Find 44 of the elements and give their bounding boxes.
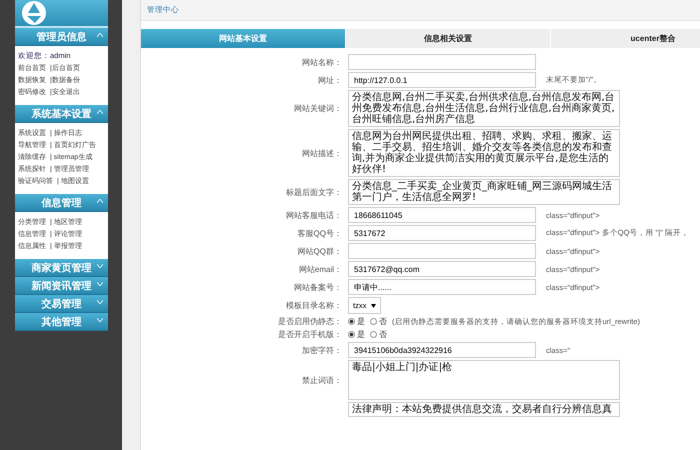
field-label: 客服QQ号： [298, 228, 342, 238]
text-area[interactable]: 信息网为台州网民提供出租、招聘、求购、求租、搬家、运输、二手交易、招生培训、婚介交友等各类信息的发布和查询,并为商家企业提供简洁实用的黄页展示平台,是您生活的好伙伴! [348, 129, 620, 177]
radio-option[interactable]: 否 [370, 329, 387, 340]
caret-icon [97, 33, 103, 37]
radio-option[interactable]: 否 [370, 316, 387, 327]
caret-icon [97, 318, 103, 322]
radio-button[interactable] [348, 318, 355, 325]
field-label: 网站关键词： [294, 104, 342, 113]
text-field[interactable] [348, 243, 536, 259]
radio-button[interactable] [370, 331, 377, 338]
caret-icon [97, 264, 103, 268]
text-field[interactable]: 5317672@qq.com [348, 261, 536, 277]
text-area[interactable]: 分类信息网,台州二手买卖,台州供求信息,台州信息发布网,台州免费发布信息,台州生活信息,台州行业信息,台州商家黄页,台州旺铺信息,台州房产信息 [348, 90, 620, 127]
text-field[interactable]: 39415106b0da3924322916 [348, 342, 536, 358]
field-label: 网站email： [298, 264, 342, 274]
text-field[interactable]: 申请中...... [348, 279, 536, 295]
text-field[interactable]: 5317672 [348, 225, 536, 241]
field-label: 标题后面文字： [286, 188, 342, 196]
text-field[interactable]: http://127.0.0.1 [348, 72, 536, 88]
field-label: 网站名称： [302, 58, 342, 66]
field-label: 是否开启手机版： [278, 330, 342, 339]
field-label: 网站描述： [302, 148, 342, 158]
radio-option[interactable]: 是 [348, 316, 365, 327]
text-area[interactable]: 法律声明：本站免费提供信息交流，交易者自行分辨信息真 [348, 402, 620, 417]
field-label: 模板目录名称： [286, 301, 342, 310]
field-label: 加密字符： [302, 346, 342, 354]
text-area[interactable]: 毒品|小姐上门|办证|枪 [348, 360, 620, 400]
text-field[interactable] [348, 54, 536, 70]
field-label: 网站备案号： [294, 282, 342, 292]
field-label: 网站客服电话： [286, 210, 342, 220]
text-field[interactable]: 18668611045 [348, 207, 536, 223]
caret-icon [97, 282, 103, 286]
field-label: 是否启用伪静态： [278, 317, 342, 326]
field-label: 禁止词语： [302, 376, 342, 384]
radio-option[interactable]: 是 [348, 329, 365, 340]
caret-icon [97, 300, 103, 304]
text-area[interactable]: 分类信息_二手买卖_企业黄页_商家旺铺_网三源码网城生活第一门户，生活信息全网罗! [348, 179, 620, 205]
field-label: 网址： [318, 76, 342, 84]
caret-icon [97, 199, 103, 203]
radio-button[interactable] [370, 318, 377, 325]
dropdown-arrow-icon [371, 304, 376, 308]
radio-button[interactable] [348, 331, 355, 338]
caret-icon [97, 110, 103, 114]
field-label: 网站QQ群： [298, 246, 342, 256]
